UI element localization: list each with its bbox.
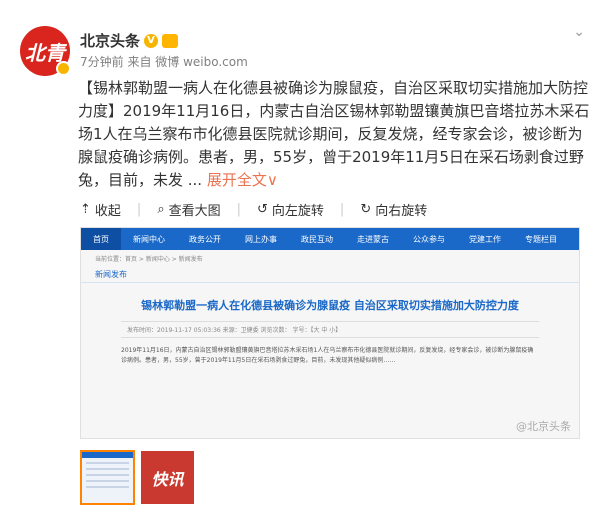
thumbnail-2[interactable]: 快讯 (141, 451, 194, 504)
preview-meta: 发布时间：2019-11-17 05:03:36 来源：卫健委 浏览次数： 字号… (121, 321, 539, 338)
preview-nav-item: 政务公开 (189, 234, 221, 244)
expand-link[interactable]: 展开全文∨ (207, 171, 278, 189)
watermark: @北京头条 (516, 420, 571, 433)
collapse-icon: ⇡ (80, 202, 91, 217)
account-name[interactable]: 北京头条 (80, 30, 140, 51)
rotate-right-button[interactable]: ↻ 向右旋转 (360, 200, 427, 219)
weibo-post-card: 北青 北京头条 V 7分钟前 来自 微博 weibo.com ⌄ 【锡林郭勒盟一… (0, 0, 599, 517)
divider: | (236, 202, 241, 217)
preview-nav-item: 专题栏目 (525, 234, 557, 244)
image-actions: ⇡ 收起 | ⌕ 查看大图 | ↺ 向左旋转 | ↻ 向右旋转 (80, 200, 427, 219)
account-name-row: 北京头条 V (80, 30, 179, 51)
verified-v-icon: V (144, 33, 159, 48)
post-meta: 7分钟前 来自 微博 weibo.com (80, 55, 248, 69)
crown-icon (162, 33, 179, 48)
post-text: 【锡林郭勒盟一病人在化德县被确诊为腺鼠疫，自治区采取切实措施加大防控力度】201… (78, 77, 593, 192)
search-icon: ⌕ (157, 202, 165, 217)
divider: | (136, 202, 142, 217)
preview-nav-item: 党建工作 (469, 234, 501, 244)
view-large-label: 查看大图 (168, 204, 221, 219)
rotate-right-label: 向右旋转 (375, 204, 428, 219)
preview-nav-item: 走进蒙古 (357, 234, 389, 244)
preview-body: 2019年11月16日，内蒙古自治区锡林郭勒盟镶黄旗巴音塔拉苏木采石场1人在乌兰… (121, 347, 534, 364)
preview-nav-item: 首页 (81, 228, 121, 250)
preview-section: 新闻发布 (81, 267, 579, 283)
preview-title: 锡林郭勒盟一病人在化德县被确诊为腺鼠疫 自治区采取切实措施加大防控力度 (141, 299, 519, 312)
thumb-line (86, 486, 129, 488)
view-large-button[interactable]: ⌕ 查看大图 (157, 200, 220, 219)
rotate-left-button[interactable]: ↺ 向左旋转 (257, 200, 324, 219)
divider: | (339, 202, 345, 217)
verified-badge-icon (56, 61, 71, 76)
collapse-label: 收起 (94, 204, 121, 219)
rotate-left-icon: ↺ (257, 202, 268, 217)
preview-nav: 首页 新闻中心 政务公开 网上办事 政民互动 走进蒙古 公众参与 党建工作 专题… (81, 228, 579, 250)
preview-nav-item: 新闻中心 (133, 234, 165, 244)
collapse-button[interactable]: ⇡ 收起 (80, 200, 121, 219)
thumbnail-1[interactable] (80, 450, 135, 505)
thumb2-text: 快讯 (151, 469, 184, 489)
thumb-line (86, 462, 129, 464)
post-body: 【锡林郭勒盟一病人在化德县被确诊为腺鼠疫，自治区采取切实措施加大防控力度】201… (78, 79, 590, 189)
expand-label: 展开全文 (206, 171, 267, 189)
image-preview[interactable]: 首页 新闻中心 政务公开 网上办事 政民互动 走进蒙古 公众参与 党建工作 专题… (80, 227, 580, 439)
thumb-line (86, 480, 129, 482)
preview-breadcrumb: 当前位置：首页 > 新闻中心 > 新闻发布 (95, 256, 203, 263)
thumb-line (86, 474, 129, 476)
thumb-line (86, 468, 129, 470)
thumb-bar (82, 452, 133, 458)
rotate-left-label: 向左旋转 (271, 204, 324, 219)
preview-nav-item: 公众参与 (413, 234, 445, 244)
rotate-right-icon: ↻ (360, 202, 372, 217)
chevron-down-icon[interactable]: ⌄ (573, 24, 585, 40)
expand-caret-icon: ∨ (266, 171, 278, 189)
preview-nav-item: 网上办事 (245, 234, 277, 244)
preview-nav-item: 政民互动 (301, 234, 333, 244)
